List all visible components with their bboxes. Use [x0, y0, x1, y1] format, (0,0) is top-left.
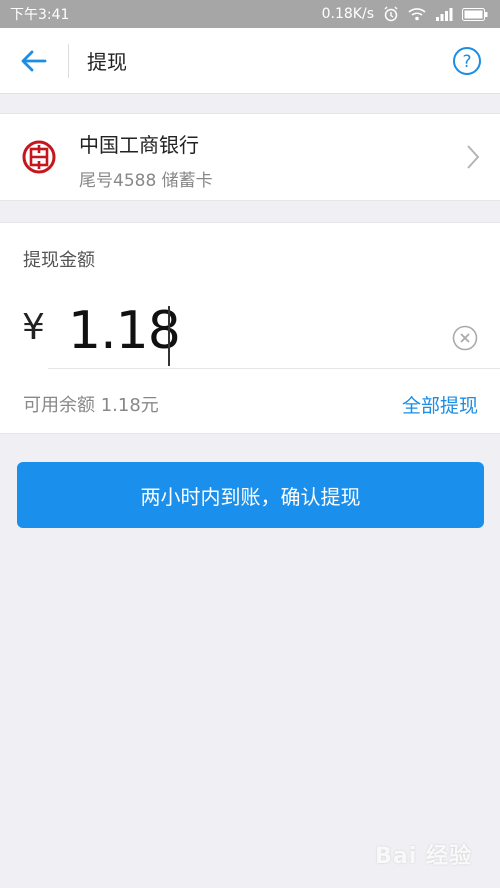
- signal-icon: [435, 7, 453, 21]
- amount-divider: [48, 368, 500, 369]
- bank-card-selector[interactable]: 中国工商银行 尾号4588 储蓄卡: [0, 113, 500, 201]
- header-divider: [68, 43, 69, 78]
- alarm-icon: [383, 6, 399, 22]
- wifi-icon: [408, 7, 426, 21]
- amount-panel: 提现金额 ¥ 1.18 可用余额 1.18元 全部提现: [0, 222, 500, 434]
- withdraw-all-link[interactable]: 全部提现: [402, 391, 478, 418]
- chevron-right-icon: [467, 145, 480, 169]
- svg-text:?: ?: [462, 52, 471, 72]
- header: 提现 ?: [0, 28, 500, 94]
- back-arrow-icon: [21, 50, 47, 71]
- bank-name: 中国工商银行: [79, 133, 199, 157]
- back-button[interactable]: [0, 28, 68, 94]
- network-speed: 0.18K/s: [321, 6, 374, 22]
- available-balance: 可用余额 1.18元: [23, 395, 159, 416]
- status-time: 下午3:41: [10, 7, 70, 23]
- clear-icon: [452, 325, 478, 351]
- status-bar: 下午3:41 0.18K/s: [0, 0, 500, 28]
- clear-button[interactable]: [452, 325, 478, 351]
- icbc-logo-icon: [22, 140, 56, 174]
- watermark-logo: Bai 经验: [375, 844, 472, 869]
- card-info: 尾号4588 储蓄卡: [79, 171, 213, 191]
- text-caret: [168, 306, 170, 366]
- battery-icon: [462, 7, 488, 21]
- help-icon: ?: [453, 47, 481, 75]
- help-button[interactable]: ?: [452, 46, 482, 76]
- confirm-withdraw-button[interactable]: 两小时内到账，确认提现: [17, 462, 484, 528]
- amount-label: 提现金额: [23, 250, 95, 271]
- page-title: 提现: [87, 50, 127, 74]
- currency-symbol: ¥: [22, 307, 45, 348]
- status-icons: 0.18K/s: [322, 6, 488, 22]
- amount-input[interactable]: 1.18: [68, 301, 181, 361]
